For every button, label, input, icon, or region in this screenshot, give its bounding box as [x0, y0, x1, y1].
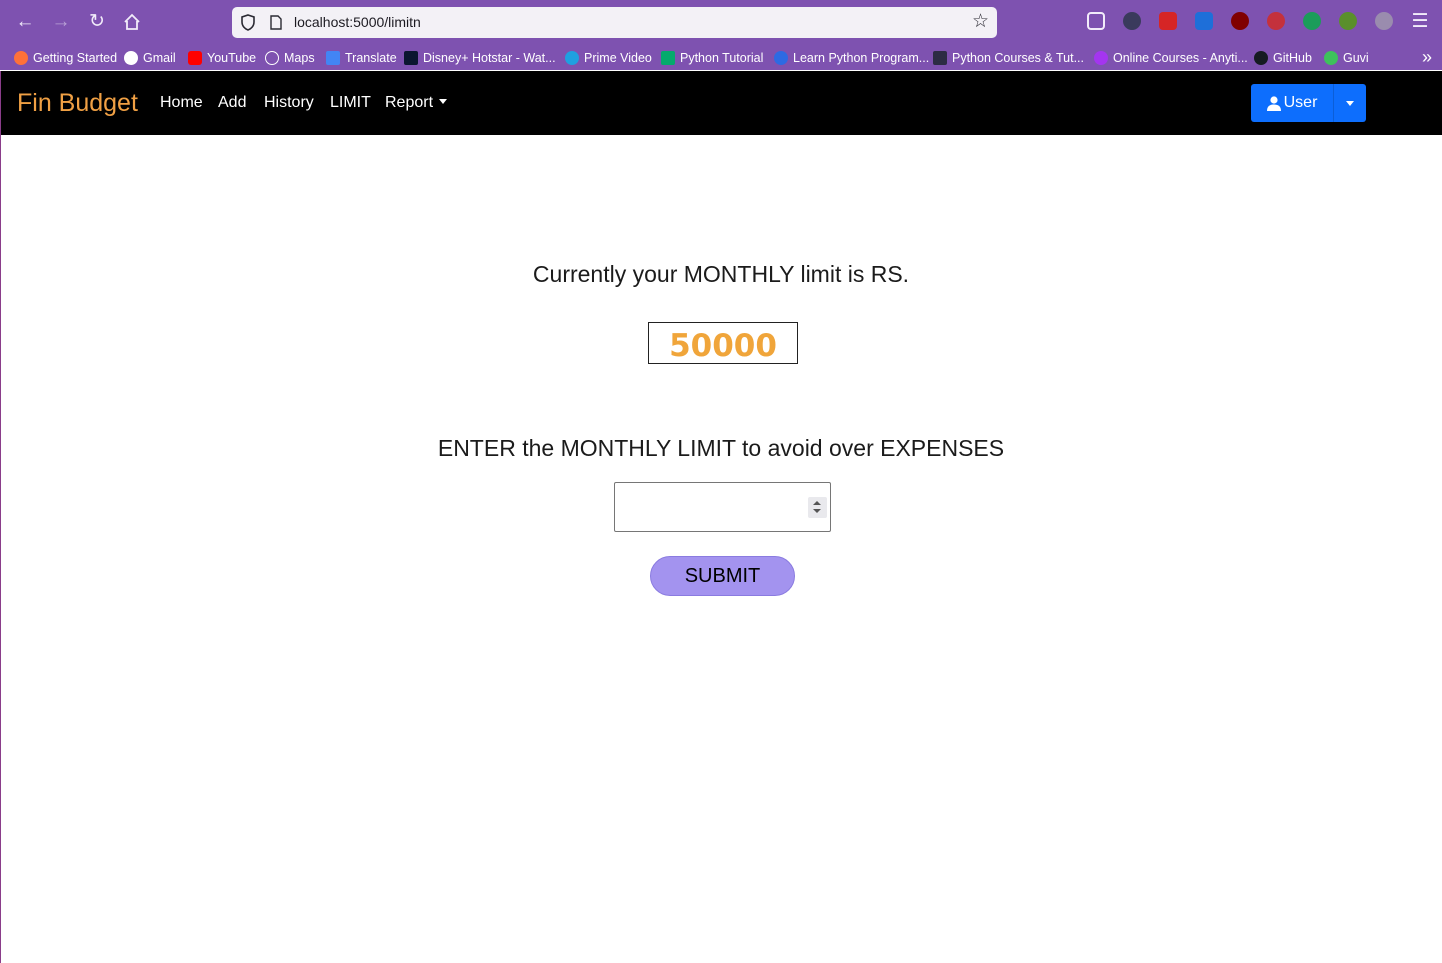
bookmark-github[interactable]: GitHub — [1254, 49, 1312, 66]
user-button-group: User — [1251, 84, 1366, 122]
w3schools-icon — [661, 50, 675, 65]
document-icon — [933, 50, 947, 65]
udemy-icon — [1094, 50, 1108, 65]
bookmark-getting-started[interactable]: Getting Started — [14, 49, 117, 66]
nav-report-label: Report — [385, 94, 434, 111]
shield-extension-icon[interactable] — [1303, 12, 1321, 30]
current-limit-box: 50000 — [648, 322, 798, 364]
spin-down-icon[interactable] — [813, 509, 821, 513]
bookmark-prime-video[interactable]: Prime Video — [565, 49, 652, 66]
skype-extension-icon[interactable] — [1195, 12, 1213, 30]
caret-down-icon — [1346, 101, 1354, 106]
globe-icon — [265, 50, 279, 65]
back-arrow-icon[interactable]: ← — [13, 10, 37, 34]
bookmark-gmail[interactable]: Gmail — [124, 49, 176, 66]
user-button[interactable]: User — [1251, 84, 1333, 122]
enter-limit-heading: ENTER the MONTHLY LIMIT to avoid over EX… — [437, 435, 1005, 461]
bookmarks-bar: Getting Started Gmail YouTube Maps Trans… — [0, 44, 1442, 70]
bookmark-guvi[interactable]: Guvi — [1324, 49, 1369, 66]
ublock-icon[interactable] — [1231, 12, 1249, 30]
home-icon[interactable] — [120, 10, 144, 34]
prime-video-icon — [565, 50, 579, 65]
number-spinner[interactable] — [808, 497, 827, 518]
page-info-icon[interactable] — [270, 15, 282, 30]
bookmark-translate[interactable]: Translate — [326, 49, 397, 66]
menu-hamburger-icon[interactable]: ☰ — [1408, 10, 1432, 34]
bookmarks-overflow-icon[interactable]: » — [1422, 47, 1432, 67]
monthly-limit-input[interactable] — [614, 482, 831, 532]
bookmark-python-courses[interactable]: Python Courses & Tut... — [933, 49, 1084, 66]
pocket-icon[interactable] — [1087, 12, 1105, 30]
bookmark-online-courses[interactable]: Online Courses - Anyti... — [1094, 49, 1248, 66]
google-icon — [124, 50, 138, 65]
current-limit-value: 50000 — [669, 328, 777, 364]
firefox-icon — [14, 50, 28, 65]
bookmark-learn-python[interactable]: Learn Python Program... — [774, 49, 929, 66]
nav-limit[interactable]: LIMIT — [330, 93, 371, 113]
user-button-label: User — [1283, 94, 1318, 111]
bookmark-maps[interactable]: Maps — [265, 49, 315, 66]
github-icon — [1254, 50, 1268, 65]
app-navbar: Fin Budget Home Add History LIMIT Report… — [1, 71, 1442, 135]
nav-history[interactable]: History — [264, 93, 314, 113]
translate-icon — [326, 50, 340, 65]
nav-home[interactable]: Home — [160, 93, 203, 113]
user-dropdown-toggle[interactable] — [1333, 84, 1366, 122]
caret-down-icon — [439, 99, 448, 104]
grammarly-icon[interactable] — [1375, 12, 1393, 30]
tracking-shield-icon[interactable] — [240, 14, 256, 31]
bookmark-star-icon[interactable]: ☆ — [972, 11, 989, 33]
youtube-icon — [188, 50, 202, 65]
window-edge — [0, 71, 1, 963]
bookmark-python-tutorial[interactable]: Python Tutorial — [661, 49, 763, 66]
bookmark-youtube[interactable]: YouTube — [188, 49, 256, 66]
url-text[interactable]: localhost:5000/limitn — [294, 14, 421, 31]
hotstar-icon — [404, 50, 418, 65]
bookmark-hotstar[interactable]: Disney+ Hotstar - Wat... — [404, 49, 556, 66]
reload-icon[interactable]: ↻ — [85, 10, 109, 34]
user-icon — [1266, 95, 1281, 111]
url-bar[interactable]: localhost:5000/limitn ☆ — [232, 7, 997, 38]
programiz-icon — [774, 50, 788, 65]
current-limit-heading: Currently your MONTHLY limit is RS. — [532, 261, 910, 287]
forward-arrow-icon[interactable]: → — [49, 10, 73, 34]
globe-extension-icon[interactable] — [1339, 12, 1357, 30]
submit-button[interactable]: SUBMIT — [650, 556, 795, 596]
guvi-icon — [1324, 50, 1338, 65]
extension-avatar-icon[interactable] — [1123, 12, 1141, 30]
browser-toolbar: ← → ↻ localhost:5000/limitn ☆ ☰ — [0, 0, 1442, 44]
pdf-extension-icon[interactable] — [1159, 12, 1177, 30]
spin-up-icon[interactable] — [813, 501, 821, 505]
blocked-extension-icon[interactable] — [1267, 12, 1285, 30]
nav-report-dropdown[interactable]: Report — [385, 93, 448, 113]
nav-add[interactable]: Add — [218, 93, 246, 113]
brand-logo[interactable]: Fin Budget — [17, 87, 138, 119]
